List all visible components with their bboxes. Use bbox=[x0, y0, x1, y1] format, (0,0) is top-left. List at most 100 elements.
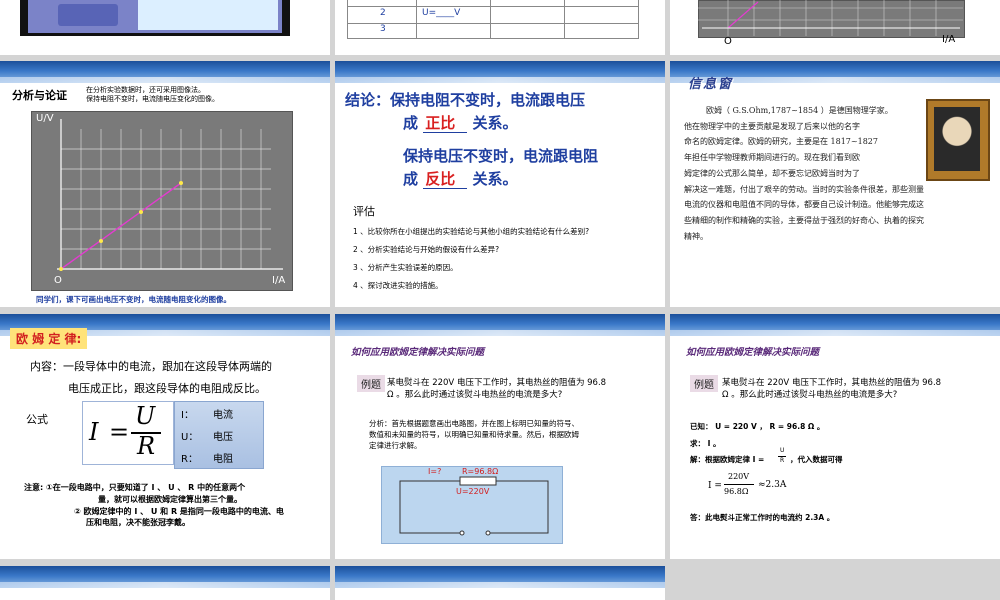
legend-symbol: U： bbox=[181, 432, 199, 443]
data-point bbox=[59, 267, 63, 271]
bio-line: 解决这一难题，付出了艰辛的劳动。当时的实验条件很差，那些测量 bbox=[684, 184, 924, 194]
table-col-divider bbox=[490, 0, 491, 38]
slide-thumbnail-11[interactable] bbox=[335, 566, 665, 600]
data-point bbox=[99, 239, 103, 243]
table-row bbox=[348, 6, 638, 24]
table-col-divider bbox=[564, 0, 565, 38]
formula-u: U bbox=[135, 402, 156, 430]
conclusion-text: 关系。 bbox=[472, 114, 518, 132]
graph-grid bbox=[698, 0, 963, 36]
biography-text: 欧姆（ G.S.Ohm,1787~1854 ）是德国物理学家。 他在物理学中的主… bbox=[684, 103, 924, 244]
evaluation-list: 1 、比较你所在小组提出的实验结论与其他小组的实验结论有什么差别? 2 、分析实… bbox=[353, 223, 589, 295]
evaluation-heading: 评估 bbox=[353, 205, 375, 218]
formula-r: R bbox=[137, 432, 156, 460]
slide-thumbnail-9[interactable]: 如何应用欧姆定律解决实际问题 例题 某电熨斗在 220V 电压下工作时，其电热丝… bbox=[670, 314, 1000, 559]
apparatus-panel bbox=[138, 0, 278, 30]
note-line: 保持电阻不变时，电流随电压变化的图像。 bbox=[86, 95, 219, 103]
slide-thumbnail-1[interactable] bbox=[0, 0, 330, 55]
circuit-diagram: I=? R=96.8Ω U=220V bbox=[381, 466, 563, 544]
calc-result: ≈2.3A bbox=[758, 480, 787, 490]
slide-thumbnail-3[interactable]: O I/A bbox=[670, 0, 1000, 55]
title-band bbox=[335, 314, 665, 336]
bio-line: 姆定律的公式那么简单，却不要忘记欧姆当时为了 bbox=[684, 168, 860, 178]
list-item: 2 、分析实验结论与开始的假设有什么差异? bbox=[353, 245, 500, 254]
title-band bbox=[335, 566, 665, 588]
slide-thumbnail-7[interactable]: 欧 姆 定 律: 内容：一段导体中的电流，跟加在这段导体两端的 电压成正比，跟这… bbox=[0, 314, 330, 559]
example-tag: 例题 bbox=[357, 375, 385, 392]
solve-line: 解：根据欧姆定律 I = bbox=[690, 455, 765, 464]
find-line: 求： I 。 bbox=[690, 439, 721, 448]
answer-blank: 正比 bbox=[423, 114, 468, 133]
video-screen bbox=[28, 0, 282, 33]
conclusion-line: 保持电压不变时，电流跟电阻 bbox=[403, 147, 599, 165]
data-point bbox=[179, 181, 183, 185]
analysis-line: 数值和未知量的符号，以明确已知量和待求量。然后，根据欧姆 bbox=[369, 430, 579, 439]
ohm-portrait bbox=[926, 99, 990, 181]
slide-title: 欧 姆 定 律: bbox=[10, 328, 88, 349]
formula-equals: = bbox=[109, 418, 130, 446]
slide-title: 如何应用欧姆定律解决实际问题 bbox=[686, 347, 820, 358]
slide-thumbnail-5[interactable]: 结论：保持电阻不变时，电流跟电压 成 正比 关系。 保持电压不变时，电流跟电阻 … bbox=[335, 61, 665, 307]
bio-line: 命名的欧姆定律。欧姆的研究，主要是在 1817~1827 bbox=[684, 137, 878, 147]
slide-title: 如何应用欧姆定律解决实际问题 bbox=[351, 347, 485, 358]
conclusion-text: 成 bbox=[403, 170, 419, 188]
title-band bbox=[335, 61, 665, 83]
problem-line: 某电熨斗在 220V 电压下工作时，其电热丝的阻值为 96.8 bbox=[387, 378, 607, 388]
row-number: 3 bbox=[380, 24, 386, 34]
voltage-label: U=220V bbox=[456, 487, 490, 496]
conclusion-block: 结论：保持电阻不变时，电流跟电压 成 正比 关系。 保持电压不变时，电流跟电阻 … bbox=[345, 89, 598, 191]
problem-line: 某电熨斗在 220V 电压下工作时，其电热丝的阻值为 96.8 bbox=[722, 378, 942, 388]
slide-thumbnail-2[interactable]: 2 U=____V 3 bbox=[335, 0, 665, 55]
apparatus-image bbox=[58, 4, 118, 26]
slide-thumbnail-8[interactable]: 如何应用欧姆定律解决实际问题 例题 某电熨斗在 220V 电压下工作时，其电热丝… bbox=[335, 314, 665, 559]
bio-line: 电流的仪器和电阻值不同的导体，都要自己设计制造。他能够完成这 bbox=[684, 200, 924, 210]
legend-symbol: R： bbox=[181, 454, 198, 465]
graph-caption: 同学们，课下可画出电压不变时，电流随电阻变化的图像。 bbox=[36, 295, 231, 304]
formula-label: 公式 bbox=[26, 413, 48, 426]
slide-thumbnail-10[interactable] bbox=[0, 566, 330, 600]
formula-i: I bbox=[89, 418, 99, 446]
bio-line: 欧姆（ G.S.Ohm,1787~1854 ）是德国物理学家。 bbox=[706, 106, 893, 115]
slide-heading: 分析与论证 bbox=[12, 89, 67, 102]
note-line: 量，就可以根据欧姆定律算出第三个量。 bbox=[98, 495, 242, 504]
title-band bbox=[0, 566, 330, 588]
row-number: 2 bbox=[380, 8, 386, 18]
problem-line: Ω 。那么此时通过该熨斗电热丝的电流是多大? bbox=[722, 390, 898, 400]
bio-line: 年担任中学物理教师期间进行的。现在我们看到欧 bbox=[684, 153, 860, 163]
calc-numerator: 220V bbox=[728, 472, 750, 481]
problem-line: Ω 。那么此时通过该熨斗电热丝的电流是多大? bbox=[387, 390, 563, 400]
x-axis-label: I/A bbox=[272, 275, 286, 286]
slide-thumbnail-6[interactable]: 信息窗 欧姆（ G.S.Ohm,1787~1854 ）是德国物理学家。 他在物理… bbox=[670, 61, 1000, 307]
bio-line: 他在物理学中的主要贡献是发现了后来以他的名字 bbox=[684, 121, 860, 131]
conclusion-line: 成 正比 关系。 bbox=[345, 112, 598, 135]
analysis-line: 分析：首先根据题意画出电路图，并在图上标明已知量的符号、 bbox=[369, 419, 579, 428]
content-line: 电压成正比，跟这段导体的电阻成反比。 bbox=[68, 382, 266, 395]
formula-box: I = U R bbox=[82, 401, 174, 465]
conclusion-text: 关系。 bbox=[472, 170, 518, 188]
fraction-bar bbox=[724, 484, 754, 485]
solve-frac-den: R bbox=[780, 457, 785, 464]
analysis-line: 定律进行求解。 bbox=[369, 441, 422, 450]
origin-label: O bbox=[54, 275, 62, 286]
conclusion-line: 成 反比 关系。 bbox=[345, 168, 598, 191]
note-line: 压和电阻，决不能张冠李戴。 bbox=[86, 518, 190, 527]
calc-denominator: 96.8Ω bbox=[724, 487, 749, 496]
answer-line: 答：此电熨斗正常工作时的电流约 2.3A 。 bbox=[690, 513, 835, 522]
x-axis-label: I/A bbox=[942, 34, 956, 45]
table-col-divider bbox=[416, 0, 417, 38]
content-line: 内容：一段导体中的电流，跟加在这段导体两端的 bbox=[30, 360, 272, 373]
legend-desc: 电阻 bbox=[213, 454, 233, 465]
portrait-photo bbox=[934, 107, 980, 171]
calc-lhs: I = bbox=[708, 481, 722, 491]
title-band bbox=[0, 61, 330, 83]
title-band bbox=[670, 314, 1000, 336]
current-label: I=? bbox=[428, 467, 442, 476]
conclusion-text: 成 bbox=[403, 114, 419, 132]
voltage-label: U=____V bbox=[422, 8, 461, 18]
symbol-legend: I： 电流 U： 电压 R： 电阻 bbox=[174, 401, 264, 469]
solve-frac-num: U bbox=[780, 447, 785, 454]
slide-title: 信息窗 bbox=[688, 77, 734, 92]
legend-desc: 电流 bbox=[213, 410, 233, 421]
answer-blank: 反比 bbox=[423, 170, 468, 189]
slide-thumbnail-4[interactable]: 分析与论证 在分析实验数据时，还可采用图像法。 保持电阻不变时，电流随电压变化的… bbox=[0, 61, 330, 307]
